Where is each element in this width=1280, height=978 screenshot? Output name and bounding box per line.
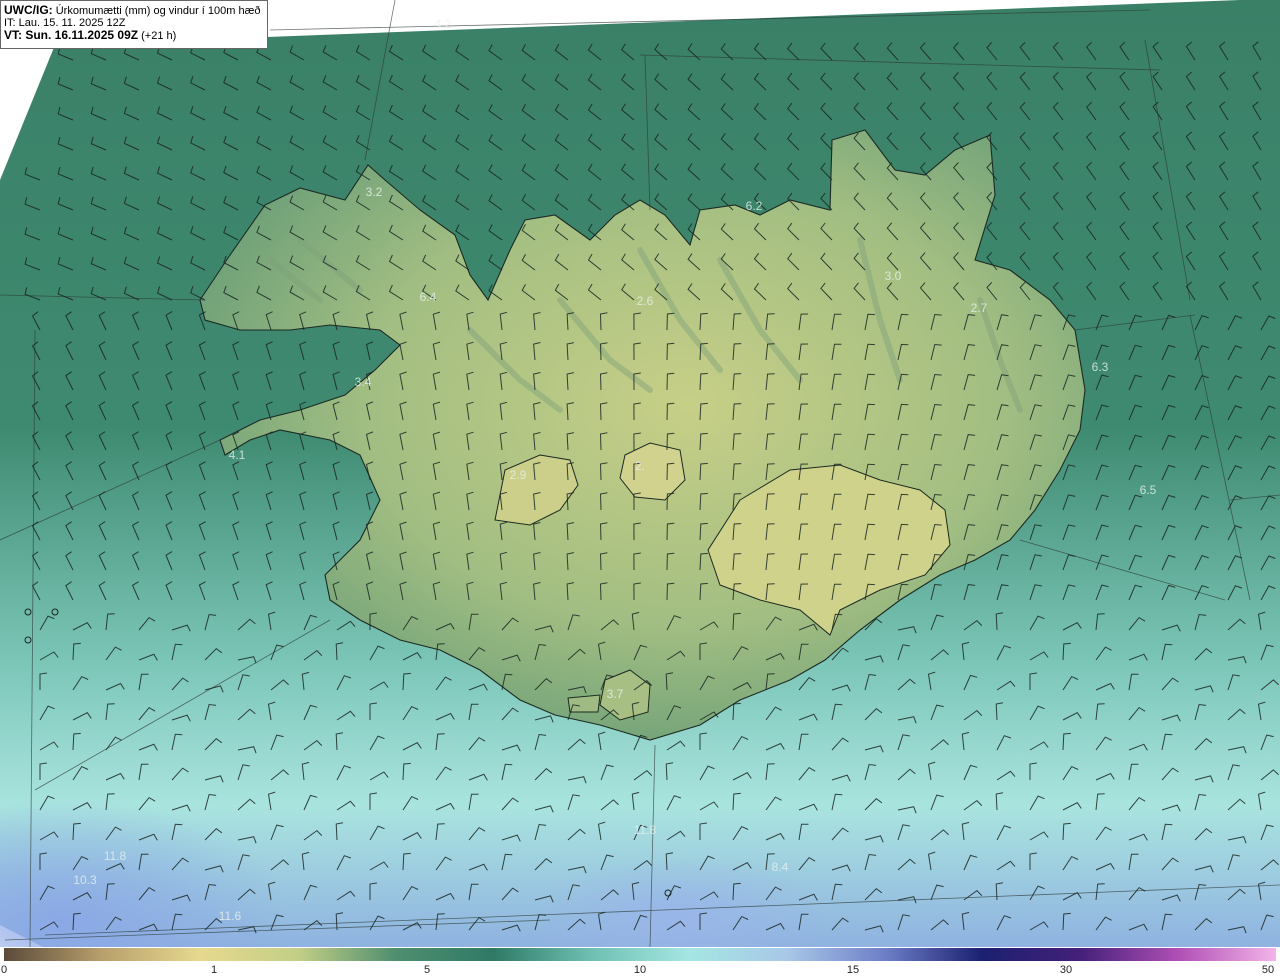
value-label: 3.4 [355, 375, 372, 389]
colorbar-tick-10: 10 [633, 964, 647, 976]
forecast-info-box: UWC/IG: Úrkomumætti (mm) og vindur í 100… [0, 0, 268, 49]
value-label: 6.3 [1092, 360, 1109, 374]
value-label: 2.6 [637, 294, 654, 308]
forecast-map: 4.2 3.2 6.2 3.0 2.7 2.6 6.4 3.4 6.3 4.1 2.9 2. 6.5 3.… [0, 0, 1280, 948]
value-label: 2.9 [510, 468, 527, 482]
value-label: 6.4 [420, 290, 437, 304]
value-label: 4.1 [229, 448, 246, 462]
model-label: UWC/IG: [4, 3, 53, 17]
glacier-eyjafjallajokull [567, 694, 601, 713]
value-label: 11.6 [219, 909, 242, 923]
map-title: Úrkomumætti (mm) og vindur í 100m hæð [55, 5, 261, 17]
value-label: 2.7 [971, 301, 988, 315]
value-label: 2. [635, 459, 645, 473]
colorbar-tick-15: 15 [846, 964, 860, 976]
value-label: 11.8 [104, 849, 127, 863]
value-label: 6.2 [746, 199, 763, 213]
high-value-area-south [380, 700, 980, 948]
value-label: 11.8 [634, 823, 657, 837]
value-label: 3.2 [366, 185, 383, 199]
colorbar-tick-30: 30 [1059, 964, 1073, 976]
lead-time: (+21 h) [141, 30, 177, 42]
value-label: 4.2 [435, 17, 452, 31]
colorbar-tick-50: 50 [1261, 964, 1275, 976]
value-label: 3.0 [885, 269, 902, 283]
colorbar-tick-5: 5 [423, 964, 431, 976]
colorbar-tick-0: 0 [0, 964, 8, 976]
value-label: 3.7 [607, 687, 624, 701]
value-label: 8.4 [772, 860, 789, 874]
valid-time: VT: Sun. 16.11.2025 09Z [4, 28, 139, 42]
value-label: 6.5 [1140, 483, 1157, 497]
value-label: 10.3 [73, 873, 97, 887]
colorbar-tick-1: 1 [210, 964, 218, 976]
colorbar: 0 1 5 10 15 30 50 [0, 947, 1280, 978]
colorbar-gradient [4, 948, 1276, 961]
